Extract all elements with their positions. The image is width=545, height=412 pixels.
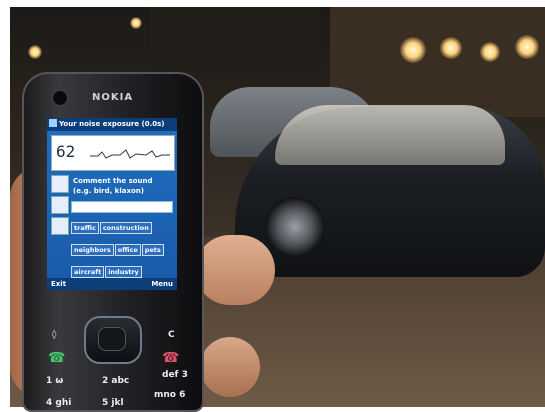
street-light [440,37,462,59]
tag-list: traffic construction neighbors office pets ai… [71,215,177,281]
key-3[interactable]: def 3 [162,370,188,380]
tag-button[interactable]: office [114,244,141,256]
prompt-line-2: (e.g. bird, klaxon) [73,187,144,195]
tag-button[interactable]: construction [99,222,152,234]
app-title-bar: Your noise exposure (0.0s) [47,118,177,131]
tag-button[interactable]: neighbors [71,244,114,256]
key-4[interactable]: 4 ghi [46,398,71,408]
noise-waveform [90,149,170,159]
tag-button[interactable]: traffic [71,222,99,234]
street-light [400,37,426,63]
front-camera-icon [52,90,68,106]
street-light [515,35,539,59]
key-5[interactable]: 5 jkl [102,398,124,408]
street-light [28,45,42,59]
person-icon [51,196,69,214]
mobile-phone: NOKIA Your noise exposure (0.0s) 62 Comm… [22,72,204,412]
key-1[interactable]: 1 ω [46,376,63,386]
thumb [195,235,275,305]
key-2[interactable]: 2 abc [102,376,129,386]
navigation-key[interactable] [84,316,142,364]
exit-softkey[interactable]: Exit [51,278,66,290]
end-call-key-icon[interactable]: ☎ [162,350,179,366]
softkey-bar: Exit Menu [47,278,177,290]
app-title: Your noise exposure (0.0s) [59,120,165,128]
clear-key[interactable]: C [168,330,175,340]
app-icon [49,119,57,127]
comment-input[interactable] [71,201,173,213]
car-wheel [265,197,325,257]
tag-button[interactable]: aircraft [71,266,105,278]
call-key-icon[interactable]: ☎ [48,350,65,366]
menu-key-icon[interactable]: ◊ [52,330,56,340]
phone-screen: Your noise exposure (0.0s) 62 Comment th… [47,118,177,290]
noise-meter: 62 [51,135,175,171]
street-light [130,17,142,29]
car-roof-reflection [275,105,505,165]
prompt-line-1: Comment the sound [73,177,153,185]
tag-button[interactable]: pets [141,244,164,256]
noise-level-value: 62 [56,142,76,161]
key-6[interactable]: mno 6 [154,390,185,400]
tag-button[interactable]: industry [105,266,142,278]
street-light [480,42,500,62]
phone-brand: NOKIA [92,92,134,103]
finger [200,337,260,397]
sound-icon [51,175,69,193]
comment-prompt: Comment the sound (e.g. bird, klaxon) [73,176,153,196]
document-icon [51,217,69,235]
building [150,7,320,77]
menu-softkey[interactable]: Menu [151,278,173,290]
side-icons [51,175,69,238]
